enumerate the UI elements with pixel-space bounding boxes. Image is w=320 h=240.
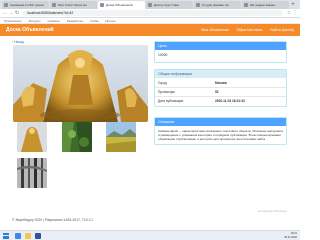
browser-tab[interactable]: Анимация в CSS: ключи — [2, 1, 49, 9]
bookmark-item[interactable]: Учёба — [90, 19, 98, 23]
site-brand[interactable]: Доска Объявлений — [6, 27, 193, 33]
bookmark-item[interactable]: Приложения — [4, 19, 22, 23]
info-table: Город Москва Просмотры 52 Дата публикаци… — [155, 78, 286, 105]
nav-link-my-ads[interactable]: Мои объявления — [201, 28, 228, 32]
windows-activation-watermark: Активация Windows — [258, 209, 287, 213]
info-label: Город — [158, 80, 167, 85]
info-label: Просмотры — [158, 90, 175, 94]
tab-favicon-icon — [4, 3, 8, 7]
site-navbar: Доска Объявлений Мои объявления Обратная… — [0, 24, 300, 36]
info-label: Дата публикации — [158, 99, 184, 103]
windows-start-icon[interactable] — [3, 232, 9, 239]
info-panel: Общая информация Город Москва Просмотры … — [154, 69, 287, 107]
tab-title: Доска Объявлений — [106, 3, 133, 7]
tab-title: Доктор бург Главн — [154, 3, 180, 7]
main-photo[interactable] — [13, 45, 148, 122]
chrome-taskbar-icon[interactable] — [15, 232, 21, 239]
tray-date: 03.11.2020 — [284, 235, 297, 239]
browser-tab[interactable]: Мои Сплит Меню Но — [50, 1, 97, 9]
tab-favicon-icon — [52, 3, 56, 7]
tab-favicon-icon — [244, 3, 248, 7]
site-footer: © Жоребадлу 2020 | Разрешено 1A92-2017, … — [0, 212, 300, 230]
reload-icon[interactable]: ↻ — [14, 10, 20, 17]
price-panel: Цена 10000 — [154, 41, 287, 63]
price-heading: Цена — [155, 42, 286, 50]
info-row-city: Город Москва — [155, 78, 286, 87]
price-value: 10000 — [158, 53, 168, 57]
back-link[interactable]: ‹ Назад — [12, 40, 24, 44]
tab-title: Студия Наживи тех — [202, 3, 229, 7]
folder-taskbar-icon[interactable] — [25, 232, 31, 239]
info-row-views: Просмотры 52 — [155, 87, 286, 96]
description-text: Комментарий — характеристика описанного … — [158, 129, 283, 142]
new-tab-button[interactable]: + — [290, 1, 296, 9]
bookmark-item[interactable]: Прочее — [105, 19, 115, 23]
bookmark-item[interactable]: Ресурсы — [29, 19, 41, 23]
thumbnail-photo[interactable] — [17, 158, 47, 188]
tab-favicon-icon — [100, 3, 104, 7]
browser-toolbar: ← → ↻ localhost:8080/ads/view?id=42 ☆ ⋮ — [0, 9, 300, 18]
menu-icon[interactable]: ⋮ — [292, 10, 298, 17]
browser-tab[interactable]: Студия Наживи тех — [194, 1, 241, 9]
watermark-title: Активация Windows — [258, 209, 287, 213]
footer-copyright: © Жоребадлу 2020 | Разрешено 1A92-2017, … — [12, 218, 93, 222]
nav-link-logout[interactable]: Выйти (Admin) — [270, 28, 294, 32]
browser-tab[interactable]: Доктор бург Главн — [146, 1, 193, 9]
thumbnail-photo[interactable] — [62, 122, 92, 152]
info-heading: Общая информация — [155, 70, 286, 78]
tab-title: Анимация в CSS: ключи — [10, 3, 44, 7]
bookmark-item[interactable]: Разработка — [67, 19, 83, 23]
description-panel: Описание Комментарий — характеристика оп… — [154, 117, 287, 145]
tab-title: НЕ гадаем заказы — [250, 3, 276, 7]
info-row-date: Дата публикации 2020-11-03 18:21:33 — [155, 96, 286, 105]
browser-tab[interactable]: Доска Объявлений — [98, 1, 145, 9]
tab-favicon-icon — [148, 3, 152, 7]
browser-tab-strip: Анимация в CSS: ключи Мои Сплит Меню Но До… — [0, 0, 300, 9]
browser-tab[interactable]: НЕ гадаем заказы — [242, 1, 289, 9]
info-value: Москва — [215, 80, 227, 85]
description-heading: Описание — [155, 118, 286, 126]
info-value: 2020-11-03 18:21:33 — [215, 99, 245, 103]
tab-title: Мои Сплит Меню Но — [58, 3, 87, 7]
system-tray-clock[interactable]: 18:21 03.11.2020 — [284, 232, 297, 238]
bookmark-item[interactable]: Сервисы — [47, 19, 59, 23]
editor-taskbar-icon[interactable] — [35, 232, 41, 239]
info-value: 52 — [215, 90, 219, 94]
address-bar[interactable]: localhost:8080/ads/view?id=42 — [23, 10, 283, 16]
thumbnail-photo[interactable] — [17, 122, 47, 152]
os-taskbar: 18:21 03.11.2020 — [0, 230, 300, 240]
thumbnail-photo[interactable] — [106, 122, 136, 152]
tab-favicon-icon — [196, 3, 200, 7]
nav-link-feedback[interactable]: Обратная связь — [237, 28, 263, 32]
